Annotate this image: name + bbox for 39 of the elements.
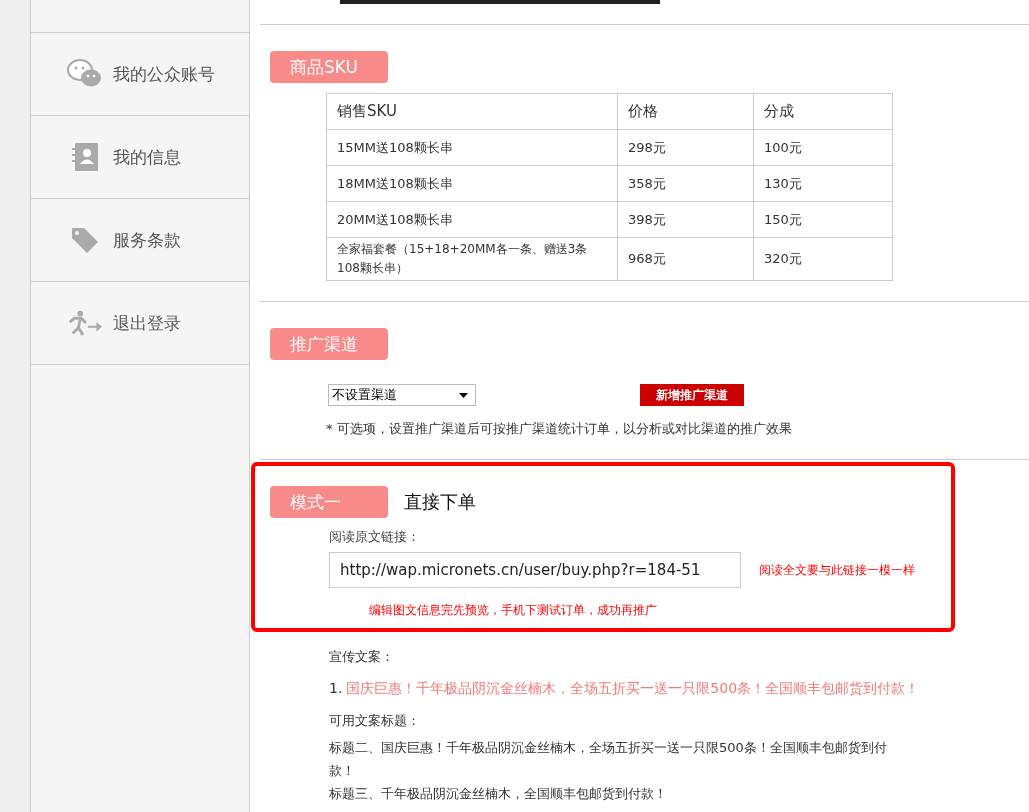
chat-bubbles-icon	[67, 59, 103, 89]
caret-icon	[459, 392, 468, 398]
column-header: 价格	[617, 93, 754, 130]
table-cell: 20MM送108颗长串	[326, 201, 618, 238]
table-cell: 15MM送108颗长串	[326, 129, 618, 166]
table-cell: 150元	[753, 201, 893, 238]
copy-text: 国庆巨惠！千年极品阴沉金丝楠木，全场五折买一送一只限500条！全国顺丰包邮货到付款！	[346, 680, 920, 696]
mode-title: 直接下单	[404, 490, 476, 514]
sidebar-item[interactable]: 退出登录	[31, 282, 249, 365]
field-label: 阅读原文链接：	[329, 528, 421, 546]
table-cell: 968元	[617, 237, 754, 281]
titles-label: 可用文案标题：	[329, 712, 421, 730]
column-header: 分成	[753, 93, 893, 130]
column-header: 销售SKU	[326, 93, 618, 130]
copy-title: 标题二、国庆巨惠！千年极品阴沉金丝楠木，全场五折买一送一只限500条！全国顺丰包邮货到付款！	[329, 739, 888, 780]
sidebar-item[interactable]: 服务条款	[31, 199, 249, 282]
section-heading: 推广渠道	[270, 328, 388, 360]
copy-label: 宣传文案：	[329, 648, 395, 666]
table-cell: 全家福套餐（15+18+20MM各一条、赠送3条108颗长串）	[326, 237, 618, 281]
section-heading: 模式一	[270, 486, 388, 518]
list-number: 1.	[329, 680, 343, 696]
running-exit-icon	[67, 310, 103, 336]
preview-hint: 编辑图文信息完先预览，手机下测试订单，成功再推广	[369, 602, 658, 619]
table-cell: 18MM送108颗长串	[326, 165, 618, 202]
link-hint: 阅读全文要与此链接一模一样	[759, 561, 915, 579]
section-heading: 商品SKU	[270, 51, 388, 83]
sidebar-item[interactable]: 我的公众账号	[31, 33, 249, 116]
table-cell: 320元	[753, 237, 893, 281]
table-cell: 130元	[753, 165, 893, 202]
table-cell: 100元	[753, 129, 893, 166]
table-cell: 298元	[617, 129, 754, 166]
channel-note: * 可选项，设置推广渠道后可按推广渠道统计订单，以分析或对比渠道的推广效果	[326, 420, 793, 438]
copy-title: 标题三、千年极品阴沉金丝楠木，全国顺丰包邮货到付款！	[329, 785, 668, 803]
link-field[interactable]: http://wap.micronets.cn/user/buy.php?r=184-51	[329, 552, 741, 588]
channel-dropdown[interactable]: 不设置渠道	[328, 384, 476, 406]
table-cell: 358元	[617, 165, 754, 202]
sidebar-item[interactable]: 我的信息	[31, 116, 249, 199]
table-cell: 398元	[617, 201, 754, 238]
add-channel-button[interactable]: 新增推广渠道	[640, 384, 744, 406]
